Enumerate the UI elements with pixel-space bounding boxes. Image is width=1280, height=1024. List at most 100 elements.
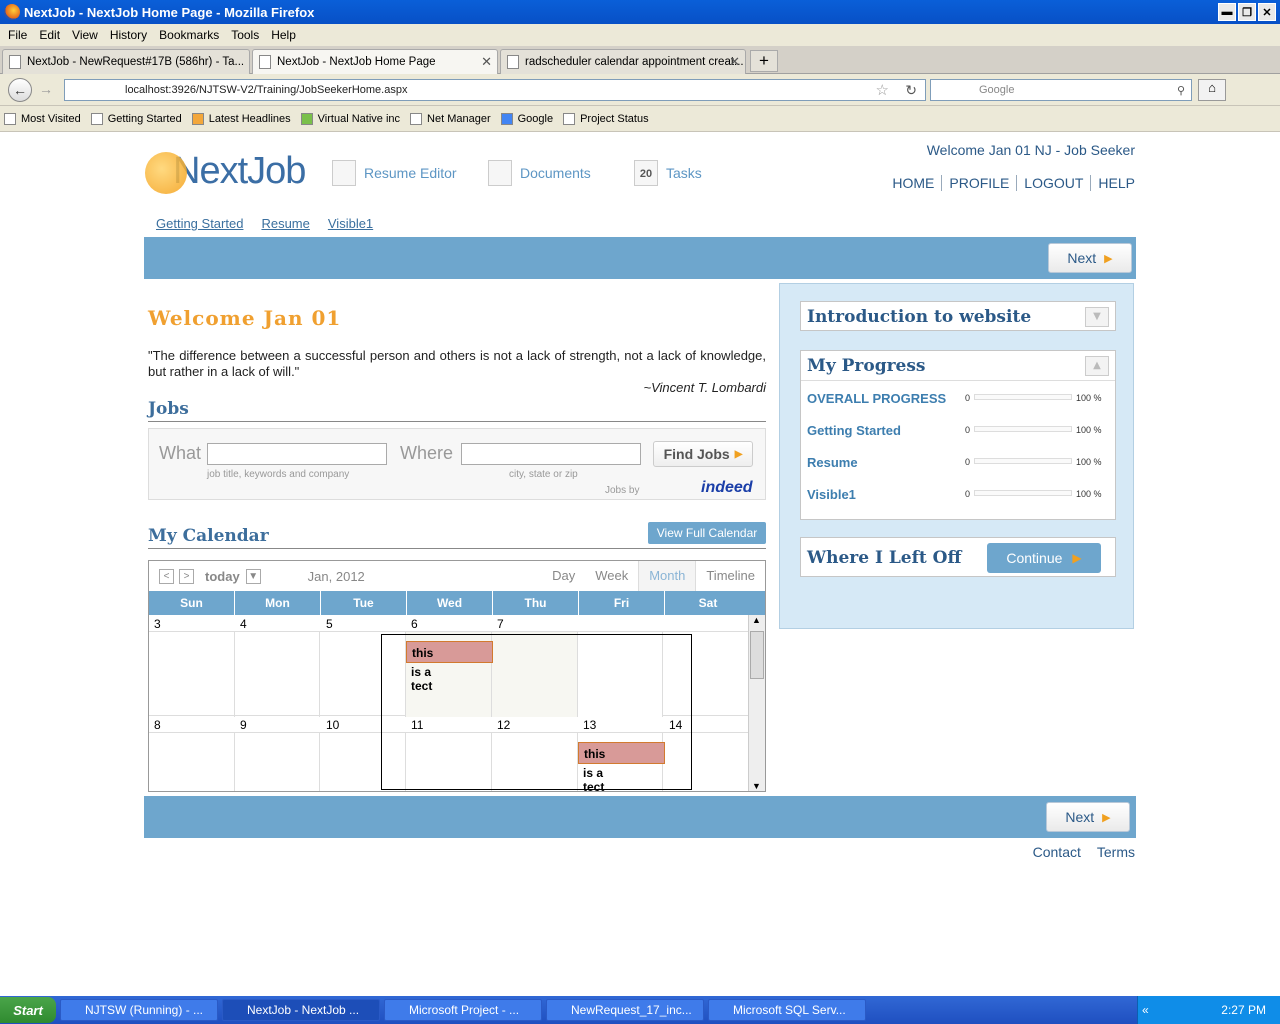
day-cell[interactable] bbox=[406, 733, 492, 791]
where-input[interactable] bbox=[461, 443, 641, 465]
prev-icon[interactable]: < bbox=[159, 568, 174, 584]
calendar-scrollbar[interactable]: ▲ ▼ bbox=[748, 615, 765, 791]
search-icon[interactable]: ⚲ bbox=[1177, 84, 1185, 97]
day-cell[interactable] bbox=[320, 632, 407, 717]
find-jobs-button[interactable]: Find Jobs ▶ bbox=[653, 441, 753, 467]
new-tab-button[interactable]: + bbox=[750, 50, 778, 72]
link-help[interactable]: HELP bbox=[1090, 175, 1135, 191]
taskbar-item-project[interactable]: Microsoft Project - ... bbox=[384, 999, 542, 1021]
calendar-event[interactable]: this bbox=[406, 641, 493, 663]
progress-panel-header[interactable]: My Progress ▲ bbox=[801, 351, 1115, 381]
day-number[interactable]: 6 bbox=[411, 617, 418, 631]
nav-resume-editor[interactable]: Resume Editor bbox=[332, 160, 457, 186]
link-home[interactable]: HOME bbox=[885, 175, 941, 191]
scroll-up-icon[interactable]: ▲ bbox=[752, 615, 761, 625]
close-tab-icon[interactable]: ✕ bbox=[729, 54, 740, 70]
day-number[interactable]: 14 bbox=[669, 718, 682, 732]
reload-icon[interactable]: ↻ bbox=[905, 82, 917, 99]
menu-help[interactable]: Help bbox=[267, 28, 304, 42]
menu-tools[interactable]: Tools bbox=[227, 28, 267, 42]
link-logout[interactable]: LOGOUT bbox=[1016, 175, 1090, 191]
day-cell[interactable] bbox=[492, 733, 578, 791]
link-terms[interactable]: Terms bbox=[1097, 844, 1135, 860]
bookmark-most-visited[interactable]: Most Visited bbox=[4, 112, 81, 125]
browser-tab-2[interactable]: NextJob - NextJob Home Page ✕ bbox=[252, 49, 498, 74]
bookmark-net-manager[interactable]: Net Manager bbox=[410, 112, 491, 125]
calendar-event[interactable]: this bbox=[578, 742, 665, 764]
day-number[interactable]: 4 bbox=[240, 617, 247, 631]
day-cell[interactable] bbox=[149, 632, 235, 717]
view-week[interactable]: Week bbox=[585, 561, 638, 591]
search-input[interactable]: Google ⚲ bbox=[930, 79, 1192, 101]
view-timeline[interactable]: Timeline bbox=[696, 561, 765, 591]
day-number[interactable]: 11 bbox=[411, 718, 423, 732]
indeed-logo[interactable]: indeed bbox=[701, 479, 753, 497]
intro-panel-header[interactable]: Introduction to website ▼ bbox=[801, 302, 1115, 332]
day-cell[interactable] bbox=[235, 632, 321, 717]
next-icon[interactable]: > bbox=[179, 568, 194, 584]
nav-documents[interactable]: Documents bbox=[488, 160, 591, 186]
next-button-top[interactable]: Next ▶ bbox=[1048, 243, 1132, 273]
home-button[interactable]: ⌂ bbox=[1198, 79, 1226, 101]
day-cell[interactable] bbox=[235, 733, 321, 791]
day-number[interactable]: 5 bbox=[326, 617, 333, 631]
next-button-bottom[interactable]: Next ▶ bbox=[1046, 802, 1130, 832]
what-input[interactable] bbox=[207, 443, 387, 465]
menu-bookmarks[interactable]: Bookmarks bbox=[155, 28, 227, 42]
chevron-down-icon[interactable]: ▼ bbox=[245, 568, 261, 584]
day-number[interactable]: 3 bbox=[154, 617, 161, 631]
menu-history[interactable]: History bbox=[106, 28, 155, 42]
taskbar-item-njtsw[interactable]: NJTSW (Running) - ... bbox=[60, 999, 218, 1021]
day-number[interactable]: 10 bbox=[326, 718, 339, 732]
bookmark-project-status[interactable]: Project Status bbox=[563, 112, 649, 125]
taskbar-item-sql-server[interactable]: Microsoft SQL Serv... bbox=[708, 999, 866, 1021]
back-button[interactable]: ← bbox=[8, 78, 32, 102]
close-icon[interactable]: ✕ bbox=[1258, 3, 1276, 21]
day-cell[interactable] bbox=[320, 733, 407, 791]
subnav-visible1[interactable]: Visible1 bbox=[328, 216, 373, 231]
day-number[interactable]: 7 bbox=[497, 617, 504, 631]
bookmark-star-icon[interactable]: ☆ bbox=[876, 81, 889, 99]
day-number[interactable]: 12 bbox=[497, 718, 510, 732]
scroll-thumb[interactable] bbox=[750, 631, 764, 679]
menu-edit[interactable]: Edit bbox=[35, 28, 68, 42]
day-cell[interactable] bbox=[663, 733, 749, 791]
restore-icon[interactable]: ❐ bbox=[1238, 3, 1256, 21]
day-number[interactable]: 13 bbox=[583, 718, 596, 732]
tray-expand-icon[interactable]: « bbox=[1142, 1003, 1149, 1017]
bookmark-latest-headlines[interactable]: Latest Headlines bbox=[191, 112, 291, 125]
chevron-down-icon[interactable]: ▼ bbox=[1085, 307, 1109, 327]
today-button[interactable]: today bbox=[205, 569, 240, 584]
clock[interactable]: 2:27 PM bbox=[1221, 1003, 1266, 1017]
day-cell[interactable] bbox=[663, 632, 749, 717]
url-bar[interactable]: localhost:3926/NJTSW-V2/Training/JobSeek… bbox=[64, 79, 926, 101]
bookmark-getting-started[interactable]: Getting Started bbox=[90, 112, 182, 125]
minimize-icon[interactable]: ▬ bbox=[1218, 3, 1236, 21]
menu-file[interactable]: File bbox=[4, 28, 35, 42]
subnav-resume[interactable]: Resume bbox=[261, 216, 309, 231]
browser-tab-3[interactable]: radscheduler calendar appointment creat.… bbox=[500, 49, 746, 74]
view-month[interactable]: Month bbox=[638, 561, 697, 591]
continue-button[interactable]: Continue ▶ bbox=[987, 543, 1101, 573]
browser-tab-1[interactable]: NextJob - NewRequest#17B (586hr) - Ta... bbox=[2, 49, 250, 74]
menu-view[interactable]: View bbox=[68, 28, 106, 42]
bookmark-virtual-native[interactable]: Virtual Native inc bbox=[300, 112, 400, 125]
link-profile[interactable]: PROFILE bbox=[941, 175, 1016, 191]
taskbar-item-nextjob[interactable]: NextJob - NextJob ... bbox=[222, 999, 380, 1021]
bookmark-google[interactable]: Google bbox=[500, 112, 553, 125]
day-number[interactable]: 9 bbox=[240, 718, 247, 732]
day-cell[interactable] bbox=[149, 733, 235, 791]
close-tab-icon[interactable]: ✕ bbox=[481, 54, 492, 70]
day-cell[interactable] bbox=[577, 632, 664, 717]
start-button[interactable]: Start bbox=[0, 997, 56, 1023]
view-day[interactable]: Day bbox=[542, 561, 585, 591]
day-cell[interactable] bbox=[491, 632, 578, 717]
scroll-down-icon[interactable]: ▼ bbox=[752, 781, 761, 791]
day-number[interactable]: 8 bbox=[154, 718, 161, 732]
subnav-getting-started[interactable]: Getting Started bbox=[156, 216, 243, 231]
nav-tasks[interactable]: 20 Tasks bbox=[634, 160, 702, 186]
chevron-up-icon[interactable]: ▲ bbox=[1085, 356, 1109, 376]
taskbar-item-newrequest[interactable]: NewRequest_17_inc... bbox=[546, 999, 704, 1021]
link-contact[interactable]: Contact bbox=[1033, 844, 1081, 860]
nextjob-logo[interactable]: NextJob bbox=[145, 150, 306, 194]
